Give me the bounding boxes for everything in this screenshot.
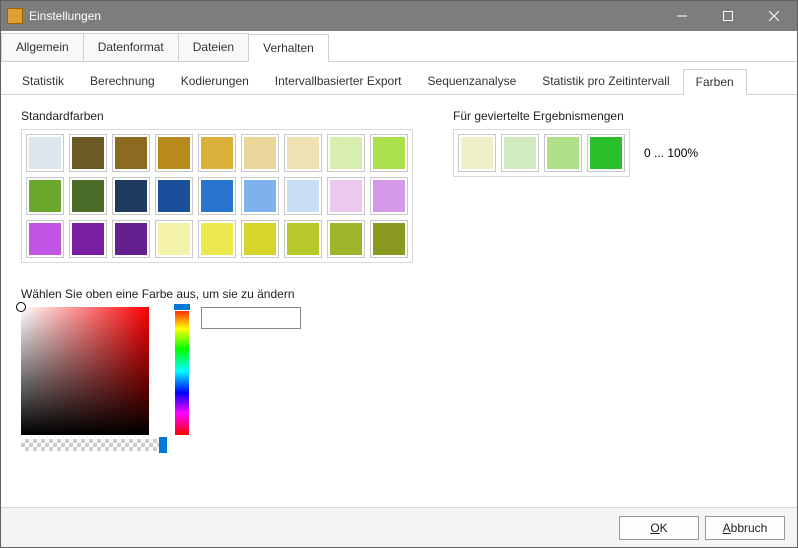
color-swatch[interactable] — [284, 177, 322, 215]
color-swatch[interactable] — [284, 220, 322, 258]
sub-tab-statistik-pro-zeitintervall[interactable]: Statistik pro Zeitintervall — [529, 68, 682, 94]
quartile-colors-label: Für geviertelte Ergebnismengen — [453, 109, 698, 123]
cancel-button[interactable]: Abbruch — [705, 516, 785, 540]
main-tabs: AllgemeinDatenformatDateienVerhalten — [1, 31, 797, 62]
sub-tab-statistik[interactable]: Statistik — [9, 68, 77, 94]
sub-tab-kodierungen[interactable]: Kodierungen — [168, 68, 262, 94]
color-swatch[interactable] — [370, 134, 408, 172]
quartile-range-label: 0 ... 100% — [644, 146, 698, 160]
color-swatch[interactable] — [327, 134, 365, 172]
window-title: Einstellungen — [29, 9, 659, 23]
sub-tab-farben[interactable]: Farben — [683, 69, 747, 95]
sub-tabs: StatistikBerechnungKodierungenIntervallb… — [1, 62, 797, 95]
standard-color-palette — [21, 129, 413, 263]
color-swatch[interactable] — [69, 220, 107, 258]
quartile-row: 0 ... 100% — [453, 129, 698, 177]
color-swatch[interactable] — [327, 177, 365, 215]
color-picker — [21, 307, 413, 451]
hex-input[interactable] — [201, 307, 301, 329]
color-swatch[interactable] — [198, 177, 236, 215]
color-swatch[interactable] — [198, 220, 236, 258]
color-swatch[interactable] — [69, 134, 107, 172]
main-tab-datenformat[interactable]: Datenformat — [83, 33, 179, 61]
color-swatch[interactable] — [198, 134, 236, 172]
minimize-button[interactable] — [659, 1, 705, 31]
main-tab-verhalten[interactable]: Verhalten — [248, 34, 329, 62]
quartile-swatch[interactable] — [587, 134, 625, 172]
saturation-value-field[interactable] — [21, 307, 149, 435]
sub-tab-intervallbasierter-export[interactable]: Intervallbasierter Export — [262, 68, 415, 94]
dialog-footer: OK Abbruch — [1, 507, 797, 547]
quartile-swatch[interactable] — [544, 134, 582, 172]
color-swatch[interactable] — [112, 220, 150, 258]
color-swatch[interactable] — [370, 177, 408, 215]
close-button[interactable] — [751, 1, 797, 31]
color-swatch[interactable] — [241, 177, 279, 215]
settings-window: Einstellungen AllgemeinDatenformatDateie… — [0, 0, 798, 548]
quartile-swatch[interactable] — [501, 134, 539, 172]
sub-tab-sequenzanalyse[interactable]: Sequenzanalyse — [415, 68, 530, 94]
color-swatch[interactable] — [26, 220, 64, 258]
standard-colors-section: Standardfarben Wählen Sie oben eine Farb… — [21, 109, 413, 493]
color-swatch[interactable] — [327, 220, 365, 258]
sv-cursor[interactable] — [16, 302, 26, 312]
alpha-slider[interactable] — [21, 439, 163, 451]
quartile-color-palette — [453, 129, 630, 177]
content-area: Standardfarben Wählen Sie oben eine Farb… — [1, 95, 797, 507]
hue-thumb[interactable] — [173, 303, 191, 311]
color-swatch[interactable] — [112, 177, 150, 215]
sv-alpha-group — [21, 307, 163, 451]
color-swatch[interactable] — [26, 177, 64, 215]
quartile-colors-section: Für geviertelte Ergebnismengen 0 ... 100… — [453, 109, 698, 493]
color-swatch[interactable] — [155, 220, 193, 258]
main-tab-allgemein[interactable]: Allgemein — [1, 33, 84, 61]
color-swatch[interactable] — [112, 134, 150, 172]
alpha-thumb[interactable] — [159, 437, 167, 453]
quartile-swatch[interactable] — [458, 134, 496, 172]
color-swatch[interactable] — [26, 134, 64, 172]
standard-colors-label: Standardfarben — [21, 109, 413, 123]
color-swatch[interactable] — [69, 177, 107, 215]
ok-button[interactable]: OK — [619, 516, 699, 540]
color-swatch[interactable] — [155, 177, 193, 215]
color-swatch[interactable] — [370, 220, 408, 258]
color-swatch[interactable] — [241, 220, 279, 258]
maximize-button[interactable] — [705, 1, 751, 31]
hue-slider[interactable] — [175, 307, 189, 435]
app-icon — [7, 8, 23, 24]
main-tab-dateien[interactable]: Dateien — [178, 33, 249, 61]
titlebar: Einstellungen — [1, 1, 797, 31]
picker-hint: Wählen Sie oben eine Farbe aus, um sie z… — [21, 287, 413, 301]
color-swatch[interactable] — [241, 134, 279, 172]
sub-tab-berechnung[interactable]: Berechnung — [77, 68, 168, 94]
color-swatch[interactable] — [284, 134, 322, 172]
color-swatch[interactable] — [155, 134, 193, 172]
